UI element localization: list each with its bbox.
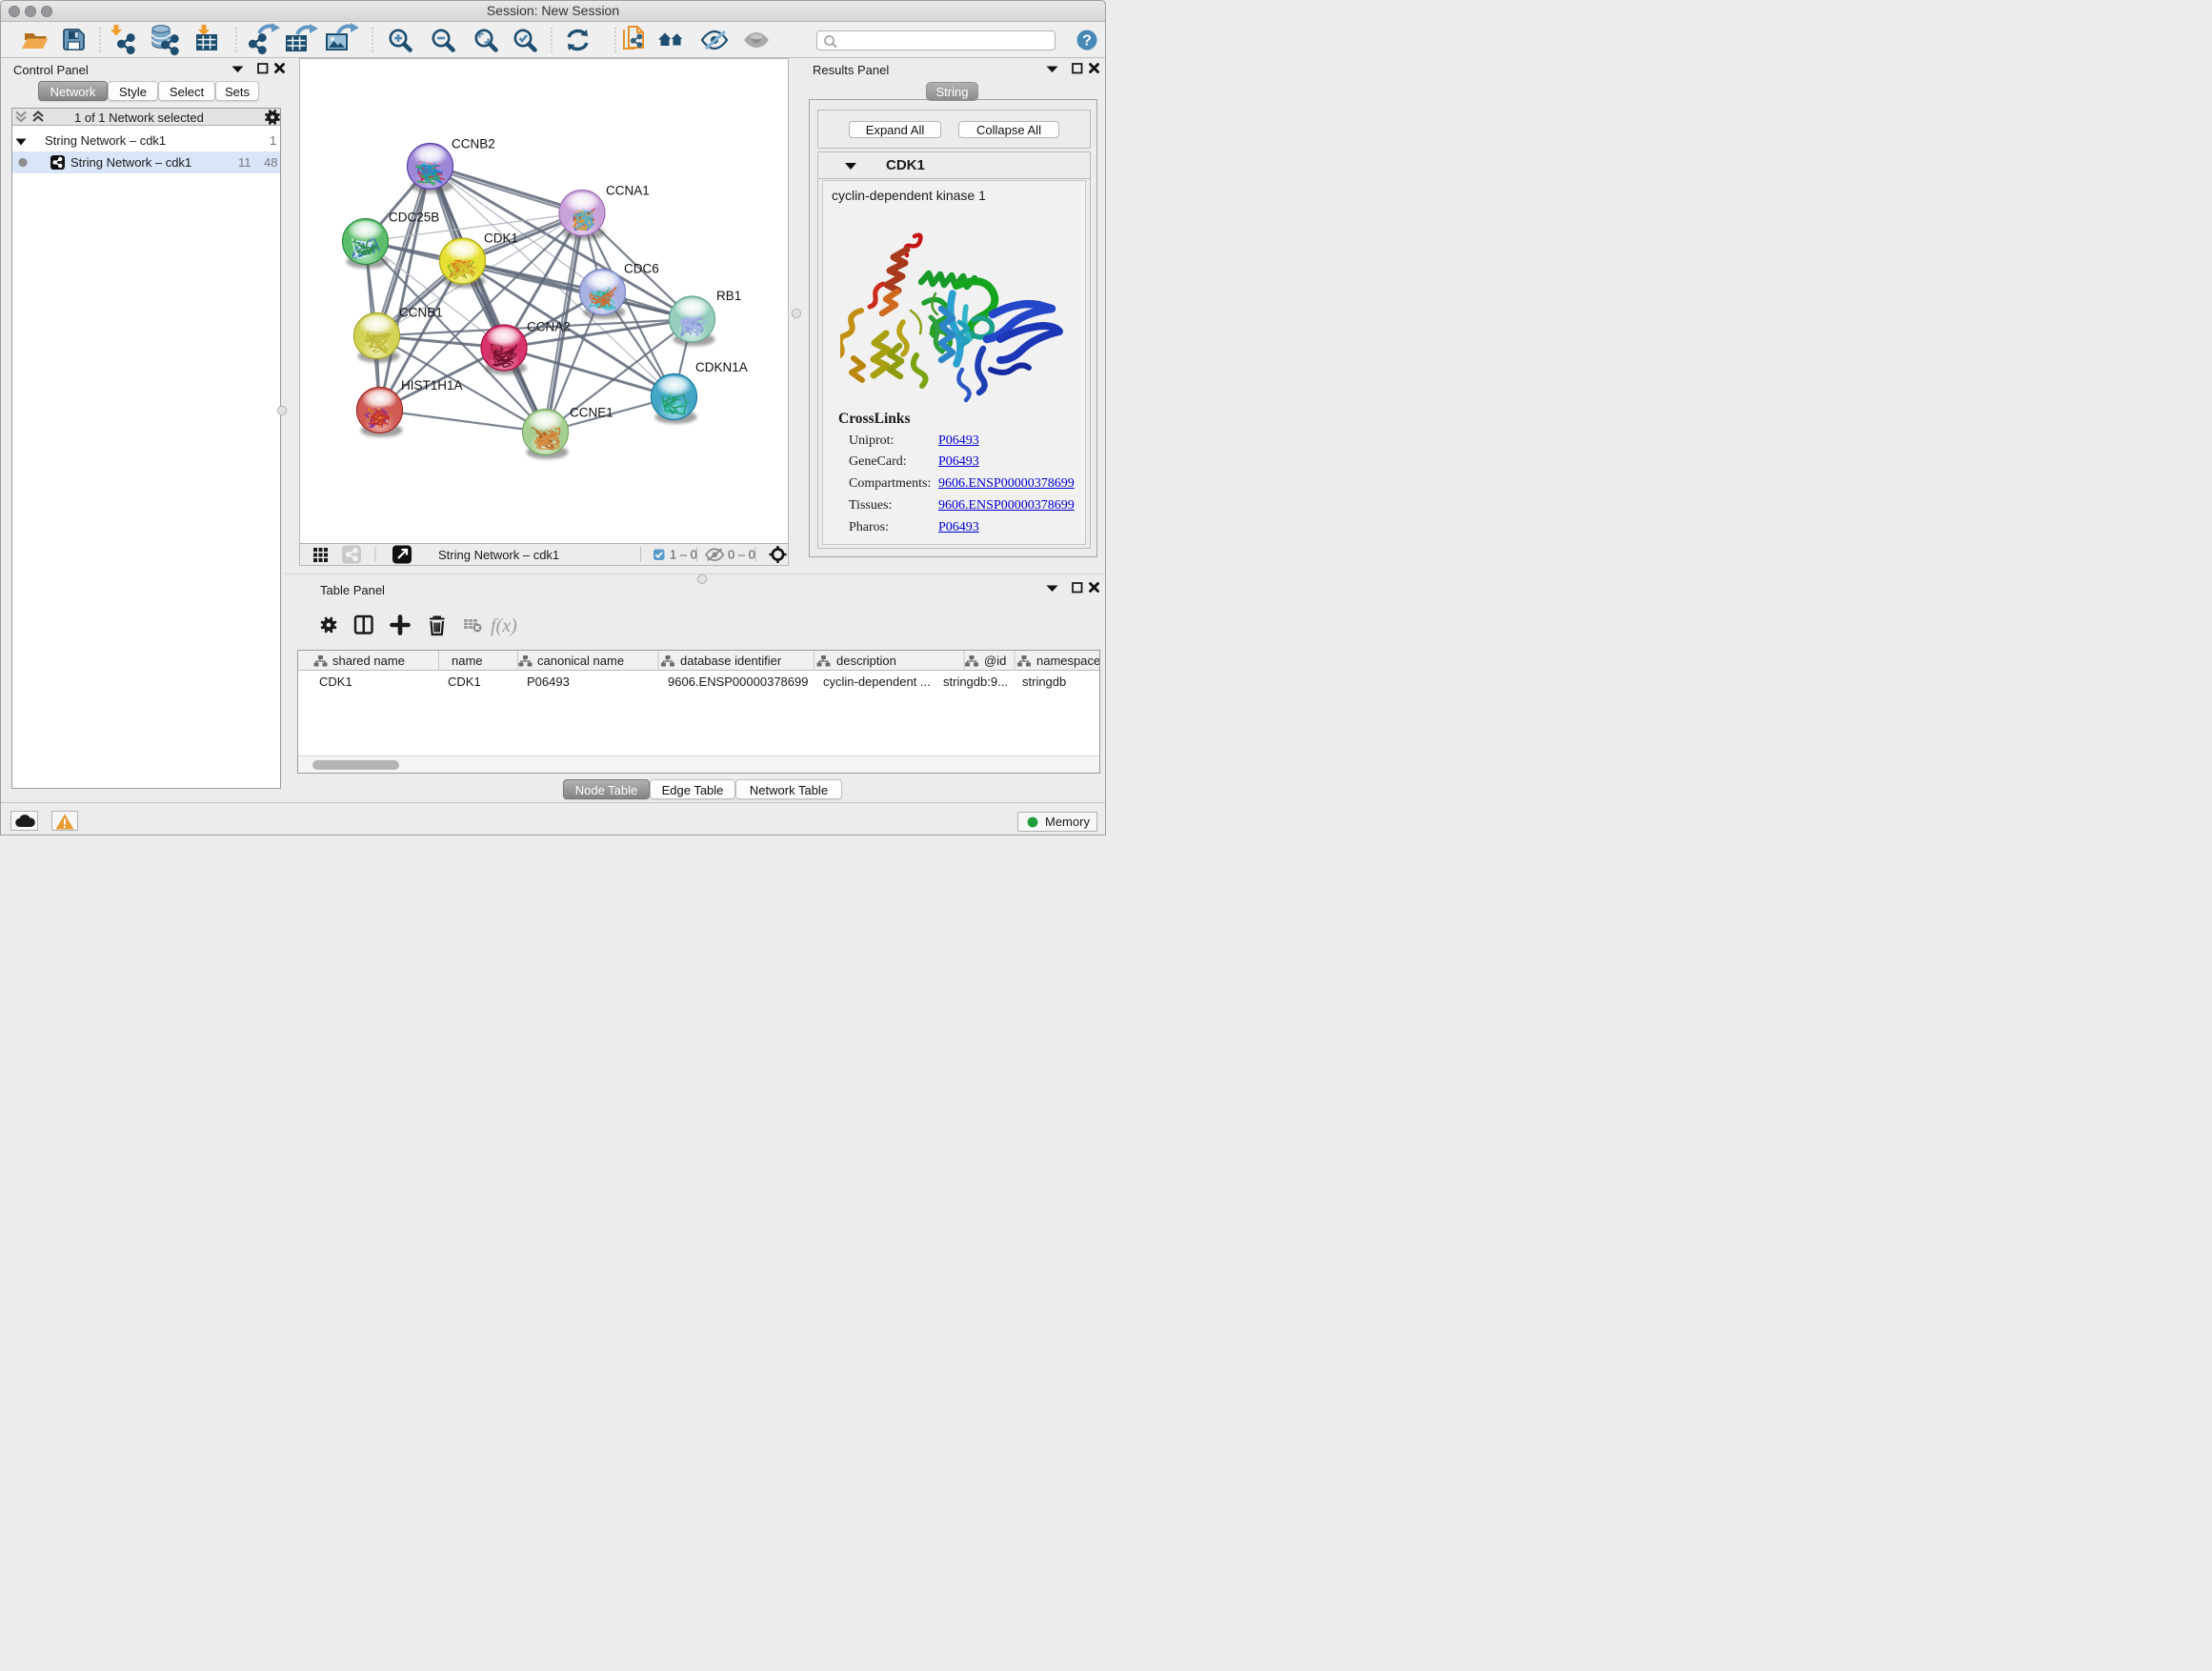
svg-text:description: description: [836, 654, 896, 668]
svg-text:CCNE1: CCNE1: [570, 406, 613, 420]
svg-text:CDKN1A: CDKN1A: [695, 360, 748, 374]
svg-text:1 – 0: 1 – 0: [670, 548, 697, 562]
svg-text:canonical name: canonical name: [537, 654, 624, 668]
svg-text:CCNA1: CCNA1: [606, 184, 650, 198]
svg-text:HIST1H1A: HIST1H1A: [401, 378, 463, 393]
svg-text:CDC25B: CDC25B: [389, 211, 439, 225]
svg-text:CCNA2: CCNA2: [527, 320, 571, 334]
svg-text:RB1: RB1: [716, 289, 741, 303]
svg-text:f(x): f(x): [491, 615, 517, 636]
svg-text:CCNB2: CCNB2: [452, 137, 495, 151]
svg-text:CDC6: CDC6: [624, 262, 659, 276]
svg-text:database identifier: database identifier: [680, 654, 782, 668]
svg-text:0 – 0: 0 – 0: [728, 548, 755, 562]
svg-text:namespace: namespace: [1036, 654, 1099, 668]
svg-text:?: ?: [1082, 33, 1092, 50]
svg-text:CCNB1: CCNB1: [399, 306, 443, 320]
svg-text:@id: @id: [984, 654, 1006, 668]
svg-text:shared name: shared name: [332, 654, 405, 668]
svg-text:CDK1: CDK1: [484, 232, 518, 246]
svg-text:name: name: [452, 654, 483, 668]
